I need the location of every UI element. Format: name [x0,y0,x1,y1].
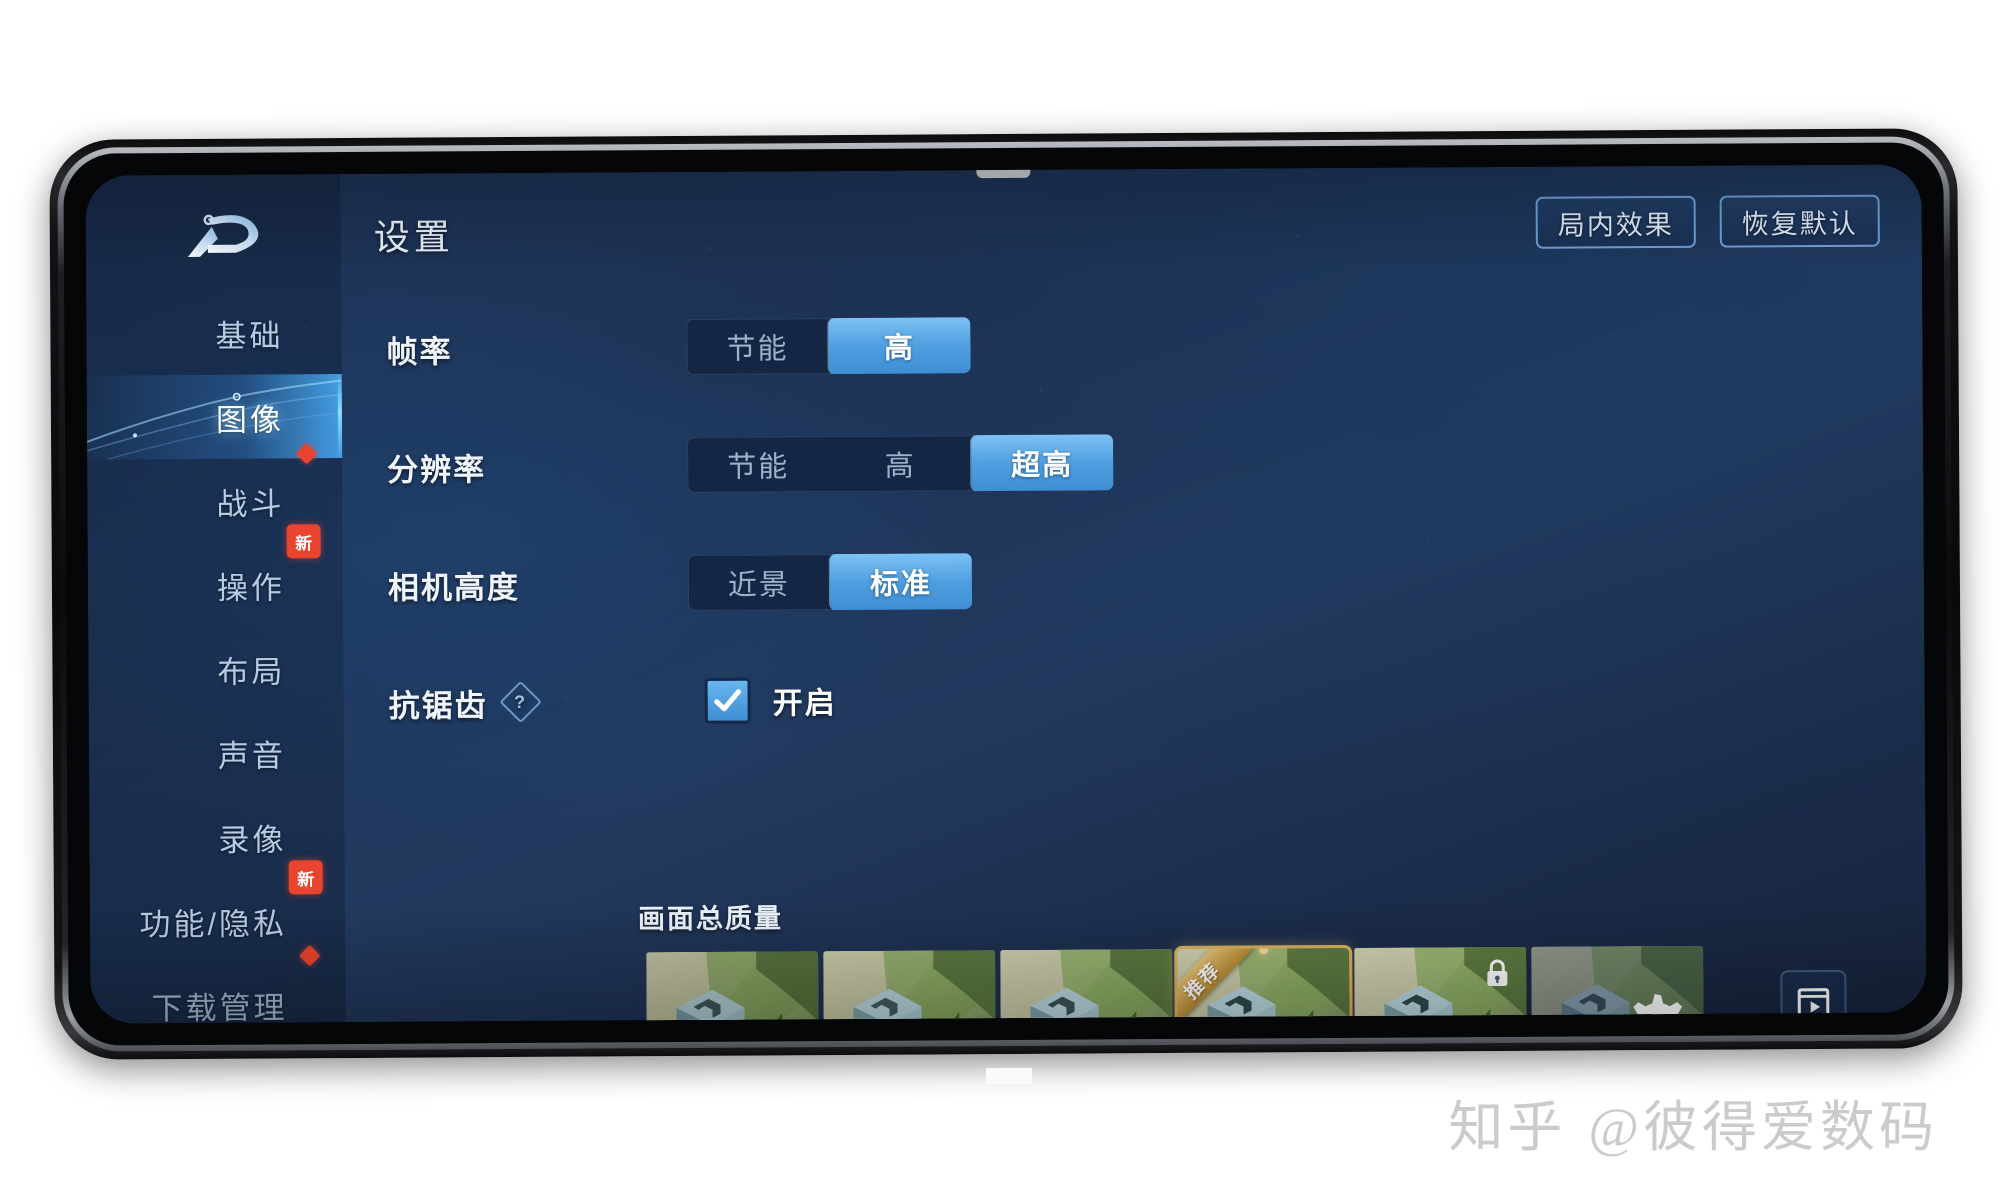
resolution-option-ultra[interactable]: 超高 [971,434,1114,492]
sidebar-item-basic[interactable]: 基础 [86,290,342,376]
phone-device: 基础 图像 战斗 新 操作 布局 声音 录像 新 功能/隐私 下载管理 设置 局… [49,128,1963,1085]
resolution-option-eco[interactable]: 节能 [687,436,829,493]
setting-label: 抗锯齿 ? [389,678,689,725]
sidebar-item-label: 声音 [217,737,287,774]
header-actions: 局内效果 恢复默认 [1535,194,1880,249]
antialiasing-toggle[interactable]: 开启 [704,677,837,724]
sidebar-item-label: 操作 [216,569,286,606]
phone-bezel: 基础 图像 战斗 新 操作 布局 声音 录像 新 功能/隐私 下载管理 设置 局… [63,142,1949,1046]
camera-height-option-standard[interactable]: 标准 [829,553,973,611]
setting-label: 相机高度 [388,560,688,607]
antialiasing-checkbox[interactable] [704,677,751,724]
setting-label-text: 相机高度 [387,569,521,606]
setting-label-text: 抗锯齿 [388,687,488,724]
video-preview-icon [1797,988,1830,1018]
sidebar-item-download-manager[interactable]: 下载管理 [90,962,346,1024]
game-settings-ui: 基础 图像 战斗 新 操作 布局 声音 录像 新 功能/隐私 下载管理 设置 局… [85,164,1926,1024]
sidebar-item-label: 基础 [215,317,284,354]
quality-tile-standard[interactable]: 标准 [1000,948,1174,1024]
page-title: 设置 [373,216,454,258]
setting-row-resolution: 分辨率 节能 高 超高 [387,399,1884,526]
sidebar-item-label: 战斗 [216,485,285,522]
camera-height-option-close[interactable]: 近景 [688,554,830,611]
quality-tile-ultra[interactable]: 极致 [1354,946,1528,1024]
sidebar-item-label: 布局 [217,653,286,690]
frame-rate-option-high[interactable]: 高 [828,317,971,375]
quality-section-title: 画面总质量 [637,903,784,935]
back-arrow-icon[interactable] [178,204,270,265]
quality-tile-smooth[interactable]: 流畅 [823,950,997,1024]
sidebar-item-layout[interactable]: 布局 [88,626,344,712]
phone-screen: 基础 图像 战斗 新 操作 布局 声音 录像 新 功能/隐私 下载管理 设置 局… [85,164,1927,1024]
setting-label: 分辨率 [387,442,687,489]
in-game-effects-button[interactable]: 局内效果 [1535,195,1696,249]
question-diamond-icon[interactable]: ? [499,680,542,724]
antialiasing-state-label: 开启 [772,687,837,721]
sidebar-nav-list: 基础 图像 战斗 新 操作 布局 声音 录像 新 功能/隐私 下载管理 [86,290,346,1024]
quality-tile-eco[interactable]: 节能 [646,951,820,1024]
quality-tile-custom[interactable]: 自定义 [1531,945,1705,1024]
sidebar-item-controls[interactable]: 操作 [88,542,344,628]
sidebar-item-label: 下载管理 [151,989,288,1024]
bottom-frame-gap [985,1067,1032,1085]
gear-icon [1615,990,1693,1024]
setting-label-text: 帧率 [386,333,453,370]
watermark-site: 知乎 [1448,1097,1567,1158]
camera-height-segmented-control: 近景 标准 [687,553,973,611]
quality-thumbnail [1000,948,1174,1024]
frame-rate-segmented-control: 节能 高 [686,317,971,375]
settings-rows: 帧率 节能 高 分辨率 节能 高 超高 相机高度 近景 标准 抗锯齿 ? 开启 [386,281,1885,762]
sidebar-item-label: 图像 [215,401,285,438]
restore-defaults-button[interactable]: 恢复默认 [1719,194,1880,248]
setting-label-text: 分辨率 [387,451,487,488]
resolution-segmented-control: 节能 高 超高 [687,434,1114,493]
sidebar-item-label: 功能/隐私 [139,905,288,942]
setting-row-antialiasing: 抗锯齿 ? 开启 [388,635,1885,762]
setting-label: 帧率 [386,324,686,371]
lock-icon [1480,955,1514,991]
check-icon [714,689,742,712]
watermark-handle: @彼得爱数码 [1588,1097,1938,1158]
sidebar: 基础 图像 战斗 新 操作 布局 声音 录像 新 功能/隐私 下载管理 [85,174,347,1024]
quality-thumbnail [646,951,820,1024]
setting-row-frame-rate: 帧率 节能 高 [386,281,1883,408]
setting-row-camera-height: 相机高度 近景 标准 [388,517,1885,644]
sidebar-item-label: 录像 [218,821,287,858]
quality-thumbnail [823,950,997,1024]
quality-tiles: 节能 [646,944,1705,1024]
sidebar-item-sound[interactable]: 声音 [89,710,345,796]
frame-rate-option-eco[interactable]: 节能 [686,318,828,375]
resolution-option-high[interactable]: 高 [829,435,971,492]
watermark: 知乎 @彼得爱数码 [1448,1082,1938,1162]
video-preview-button[interactable] [1780,969,1847,1024]
quality-tile-hd[interactable]: 推荐 高清 [1174,944,1354,1024]
